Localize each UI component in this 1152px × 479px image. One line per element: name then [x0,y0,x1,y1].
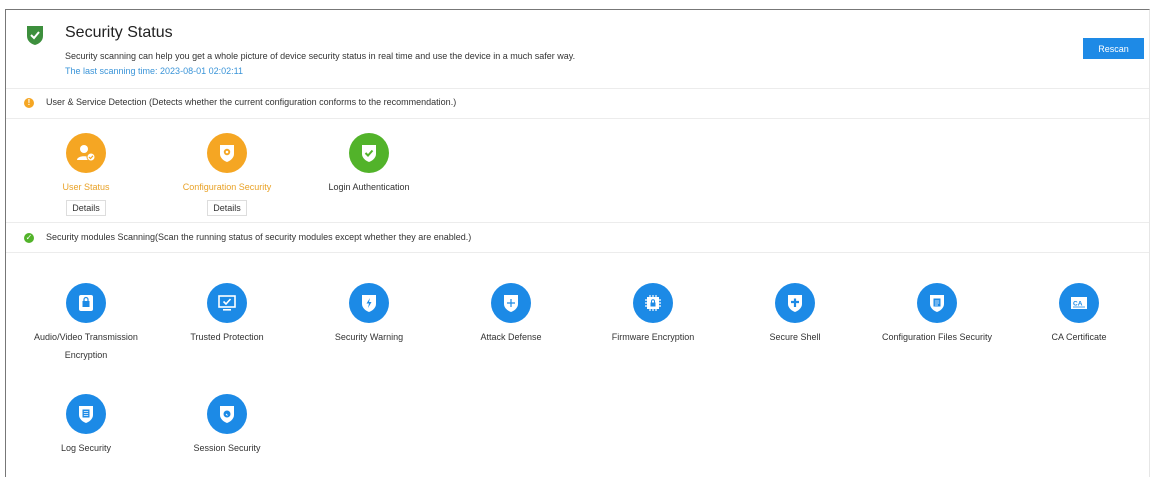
check-shield-icon [349,133,389,173]
user-service-section-title: User & Service Detection (Detects whethe… [46,97,457,107]
gear-shield-icon [207,133,247,173]
divider [6,252,1149,253]
shield-check-icon [27,26,43,45]
module-label: Secure Shell [769,332,821,342]
user-status-item: User Status Details [16,133,156,216]
page-title: Security Status [65,24,173,41]
av-lock-icon [66,283,106,323]
module-audio-video-encryption: Audio/Video Transmission Encryption [16,283,156,364]
login-authentication-item: Login Authentication [299,133,439,196]
page-description: Security scanning can help you get a who… [65,51,576,61]
plus-shield-icon [491,283,531,323]
module-label: Log Security [60,443,112,453]
rescan-button[interactable]: Rescan [1083,38,1144,59]
module-session-security: Session Security [157,394,297,457]
ca-certificate-icon: CA [1059,283,1099,323]
module-configuration-files-security: Configuration Files Security [867,283,1007,346]
chip-lock-icon [633,283,673,323]
session-shield-icon [207,394,247,434]
cross-shield-icon [775,283,815,323]
module-secure-shell: Secure Shell [725,283,865,346]
svg-text:CA: CA [1073,301,1083,308]
module-label: Session Security [193,443,261,453]
module-attack-defense: Attack Defense [441,283,581,346]
module-label: Attack Defense [480,332,542,342]
module-log-security: Log Security [16,394,156,457]
module-label: Trusted Protection [190,332,264,342]
configuration-security-label: Configuration Security [182,182,272,192]
user-check-icon [66,133,106,173]
module-label: Firmware Encryption [611,332,695,342]
last-scan-time: The last scanning time: 2023-08-01 02:02… [65,66,243,76]
user-status-details-button[interactable]: Details [66,200,106,216]
module-label: Security Warning [334,332,404,342]
configuration-security-item: Configuration Security Details [157,133,297,216]
user-status-label: User Status [62,182,110,192]
module-label: Audio/Video Transmission Encryption [34,332,138,360]
module-firmware-encryption: Firmware Encryption [583,283,723,346]
lightning-shield-icon [349,283,389,323]
file-shield-icon [917,283,957,323]
module-trusted-protection: Trusted Protection [157,283,297,346]
monitor-check-icon [207,283,247,323]
module-label: CA Certificate [1051,332,1107,342]
modules-section-title: Security modules Scanning(Scan the runni… [46,232,472,242]
module-ca-certificate: CA CA Certificate [1009,283,1149,346]
divider [6,222,1149,223]
login-authentication-label: Login Authentication [328,182,410,192]
check-circle-icon: ✓ [24,233,34,243]
divider [6,118,1149,119]
divider [6,88,1149,89]
configuration-security-details-button[interactable]: Details [207,200,247,216]
warning-icon: ! [24,98,34,108]
module-security-warning: Security Warning [299,283,439,346]
log-shield-icon [66,394,106,434]
security-status-panel: Security Status Security scanning can he… [5,9,1150,477]
module-label: Configuration Files Security [881,332,993,342]
